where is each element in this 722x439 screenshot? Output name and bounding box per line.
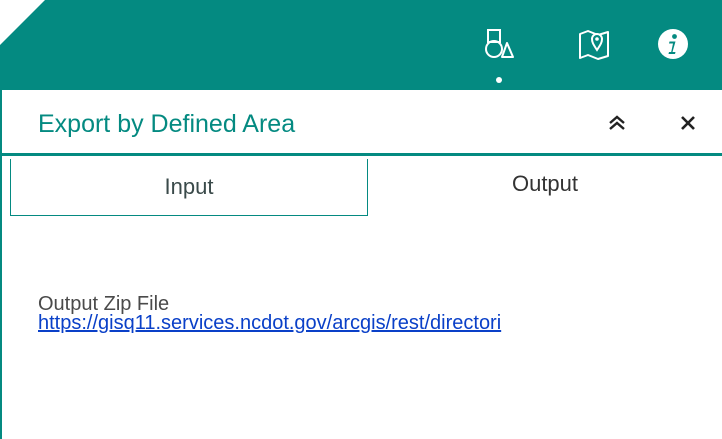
- tab-output[interactable]: Output: [368, 159, 722, 216]
- panel-title: Export by Defined Area: [38, 110, 296, 138]
- active-indicator-dot: [496, 77, 502, 83]
- close-button[interactable]: [676, 111, 700, 135]
- collapse-button[interactable]: [605, 111, 629, 135]
- info-button[interactable]: [653, 24, 693, 64]
- double-chevron-up-icon: [609, 115, 625, 130]
- map-button[interactable]: [574, 24, 614, 64]
- close-icon: [681, 116, 695, 130]
- panel-header: Export by Defined Area: [2, 90, 722, 156]
- corner-notch: [0, 0, 45, 45]
- tab-input[interactable]: Input: [10, 159, 368, 216]
- output-zip-link[interactable]: https://gisq11.services.ncdot.gov/arcgis…: [38, 312, 722, 335]
- map-icon: [579, 30, 609, 60]
- shapes-button[interactable]: [479, 24, 519, 64]
- info-icon: [658, 29, 688, 59]
- export-panel: Export by Defined Area Input Output Outp…: [0, 90, 722, 439]
- widget-header-bar: [0, 0, 722, 90]
- shapes-icon: [485, 29, 514, 58]
